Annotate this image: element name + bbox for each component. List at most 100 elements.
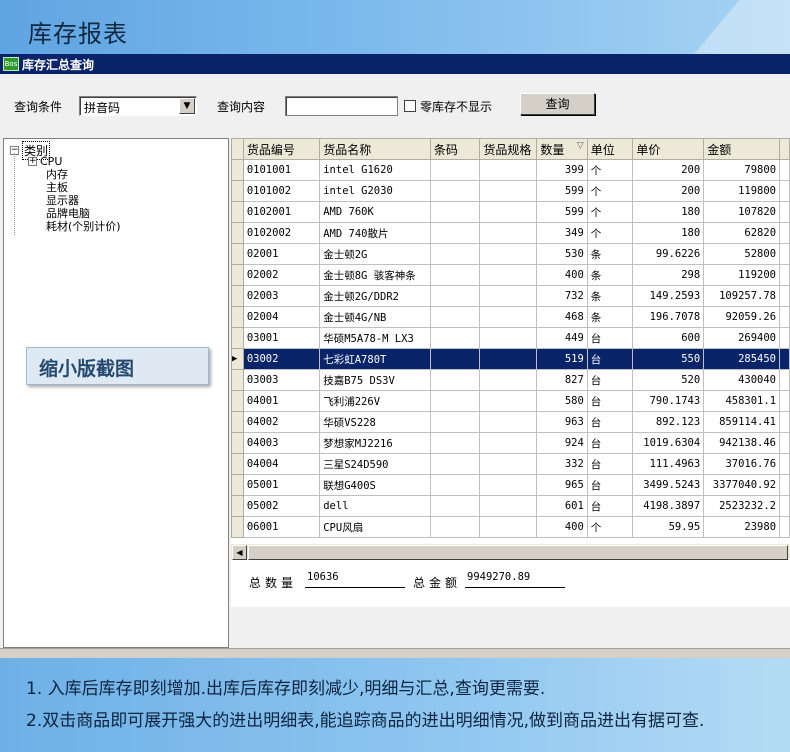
column-header[interactable]: 单位 <box>586 138 634 160</box>
table-cell[interactable] <box>479 159 538 181</box>
table-cell[interactable]: 520 <box>632 369 705 391</box>
table-cell[interactable] <box>429 222 481 244</box>
table-cell[interactable]: 飞利浦226V <box>319 390 431 412</box>
expand-icon[interactable]: + <box>28 157 37 166</box>
table-cell[interactable]: 02002 <box>242 264 321 286</box>
tree-item-monitor[interactable]: 显示器 <box>43 194 79 207</box>
table-cell[interactable]: 468 <box>536 306 588 328</box>
table-row[interactable]: 02001 金士顿2G 530 条 99.6226 52800 <box>231 243 790 265</box>
table-row[interactable]: 02002 金士顿8G 骇客神条 400 条 298 119200 <box>231 264 790 286</box>
table-cell[interactable]: 119800 <box>703 180 781 202</box>
table-cell[interactable]: 449 <box>536 327 588 349</box>
table-row[interactable]: 0101001 intel G1620 399 个 200 79800 <box>231 159 790 181</box>
table-cell[interactable]: 942138.46 <box>703 432 781 454</box>
window-titlebar[interactable]: Bos 库存汇总查询 <box>0 54 790 74</box>
tree-item-memory[interactable]: 内存 <box>43 168 68 181</box>
table-cell[interactable]: 02001 <box>242 243 321 265</box>
table-cell[interactable]: 条 <box>586 306 634 328</box>
table-cell[interactable]: 台 <box>586 453 634 475</box>
row-header[interactable] <box>231 243 244 265</box>
table-cell[interactable]: 349 <box>536 222 588 244</box>
table-cell[interactable]: 05001 <box>242 474 321 496</box>
table-cell[interactable] <box>479 432 538 454</box>
search-input[interactable] <box>285 96 398 116</box>
table-row[interactable]: 04003 梦想家MJ2216 924 台 1019.6304 942138.46 <box>231 432 790 454</box>
table-cell[interactable] <box>479 180 538 202</box>
chevron-down-icon[interactable]: ▼ <box>179 98 195 114</box>
table-cell[interactable]: AMD 760K <box>319 201 431 223</box>
table-cell[interactable]: CPU风扇 <box>319 516 431 538</box>
row-pointer-icon[interactable]: ▶ <box>231 348 244 370</box>
table-cell[interactable]: 107820 <box>703 201 781 223</box>
table-cell[interactable] <box>429 285 481 307</box>
table-cell[interactable]: 华硕VS228 <box>319 411 431 433</box>
table-cell[interactable] <box>429 159 481 181</box>
scroll-thumb[interactable] <box>248 545 788 560</box>
table-cell[interactable]: 790.1743 <box>632 390 705 412</box>
table-cell[interactable] <box>429 264 481 286</box>
table-row[interactable]: 03003 技嘉B75 DS3V 827 台 520 430040 <box>231 369 790 391</box>
table-cell[interactable]: 52800 <box>703 243 781 265</box>
row-header[interactable] <box>231 285 244 307</box>
row-header[interactable] <box>231 306 244 328</box>
column-header[interactable]: 单价 <box>632 138 705 160</box>
table-cell[interactable]: 924 <box>536 432 588 454</box>
table-cell[interactable]: 285450 <box>703 348 781 370</box>
table-cell[interactable]: 金士顿2G/DDR2 <box>319 285 431 307</box>
table-cell[interactable]: 个 <box>586 180 634 202</box>
table-cell[interactable] <box>479 516 538 538</box>
table-cell[interactable] <box>429 180 481 202</box>
table-cell[interactable]: 732 <box>536 285 588 307</box>
row-header[interactable] <box>231 411 244 433</box>
table-cell[interactable] <box>479 306 538 328</box>
table-cell[interactable] <box>429 306 481 328</box>
table-cell[interactable]: 530 <box>536 243 588 265</box>
table-row[interactable]: 0101002 intel G2030 599 个 200 119800 <box>231 180 790 202</box>
table-cell[interactable]: 37016.76 <box>703 453 781 475</box>
table-cell[interactable] <box>479 264 538 286</box>
row-header[interactable] <box>231 432 244 454</box>
table-cell[interactable]: 个 <box>586 201 634 223</box>
table-cell[interactable]: 3499.5243 <box>632 474 705 496</box>
table-cell[interactable]: 3377040.92 <box>703 474 781 496</box>
search-button[interactable]: 查询 <box>520 93 595 115</box>
table-cell[interactable]: 03002 <box>242 348 321 370</box>
table-cell[interactable] <box>479 222 538 244</box>
table-cell[interactable]: 1019.6304 <box>632 432 705 454</box>
column-header[interactable]: 金额 <box>703 138 781 160</box>
table-cell[interactable]: 519 <box>536 348 588 370</box>
table-cell[interactable]: 965 <box>536 474 588 496</box>
table-cell[interactable]: 149.2593 <box>632 285 705 307</box>
table-cell[interactable]: 298 <box>632 264 705 286</box>
table-cell[interactable]: 个 <box>586 516 634 538</box>
table-cell[interactable]: 332 <box>536 453 588 475</box>
table-cell[interactable]: 92059.26 <box>703 306 781 328</box>
row-header[interactable] <box>231 222 244 244</box>
table-cell[interactable]: 4198.3897 <box>632 495 705 517</box>
table-cell[interactable]: 963 <box>536 411 588 433</box>
table-cell[interactable] <box>479 453 538 475</box>
column-header[interactable]: 货品编号 <box>242 138 321 160</box>
table-cell[interactable]: dell <box>319 495 431 517</box>
table-cell[interactable]: 金士顿4G/NB <box>319 306 431 328</box>
table-cell[interactable]: 23980 <box>703 516 781 538</box>
table-row[interactable]: 0102001 AMD 760K 599 个 180 107820 <box>231 201 790 223</box>
table-cell[interactable]: 联想G400S <box>319 474 431 496</box>
table-cell[interactable] <box>479 327 538 349</box>
table-cell[interactable] <box>429 432 481 454</box>
column-header[interactable]: 数量 ▽ <box>536 138 588 160</box>
table-cell[interactable]: 03001 <box>242 327 321 349</box>
row-header[interactable] <box>231 516 244 538</box>
table-cell[interactable]: 180 <box>632 222 705 244</box>
table-cell[interactable]: 59.95 <box>632 516 705 538</box>
table-cell[interactable]: 台 <box>586 495 634 517</box>
table-cell[interactable]: 119200 <box>703 264 781 286</box>
table-cell[interactable] <box>429 369 481 391</box>
table-cell[interactable]: 79800 <box>703 159 781 181</box>
table-cell[interactable]: 600 <box>632 327 705 349</box>
table-row[interactable]: ▶ 03002 七彩虹A780T 519 台 550 285450 <box>231 348 790 370</box>
table-cell[interactable]: 个 <box>586 222 634 244</box>
row-header[interactable] <box>231 159 244 181</box>
table-cell[interactable]: 台 <box>586 474 634 496</box>
table-cell[interactable]: 269400 <box>703 327 781 349</box>
